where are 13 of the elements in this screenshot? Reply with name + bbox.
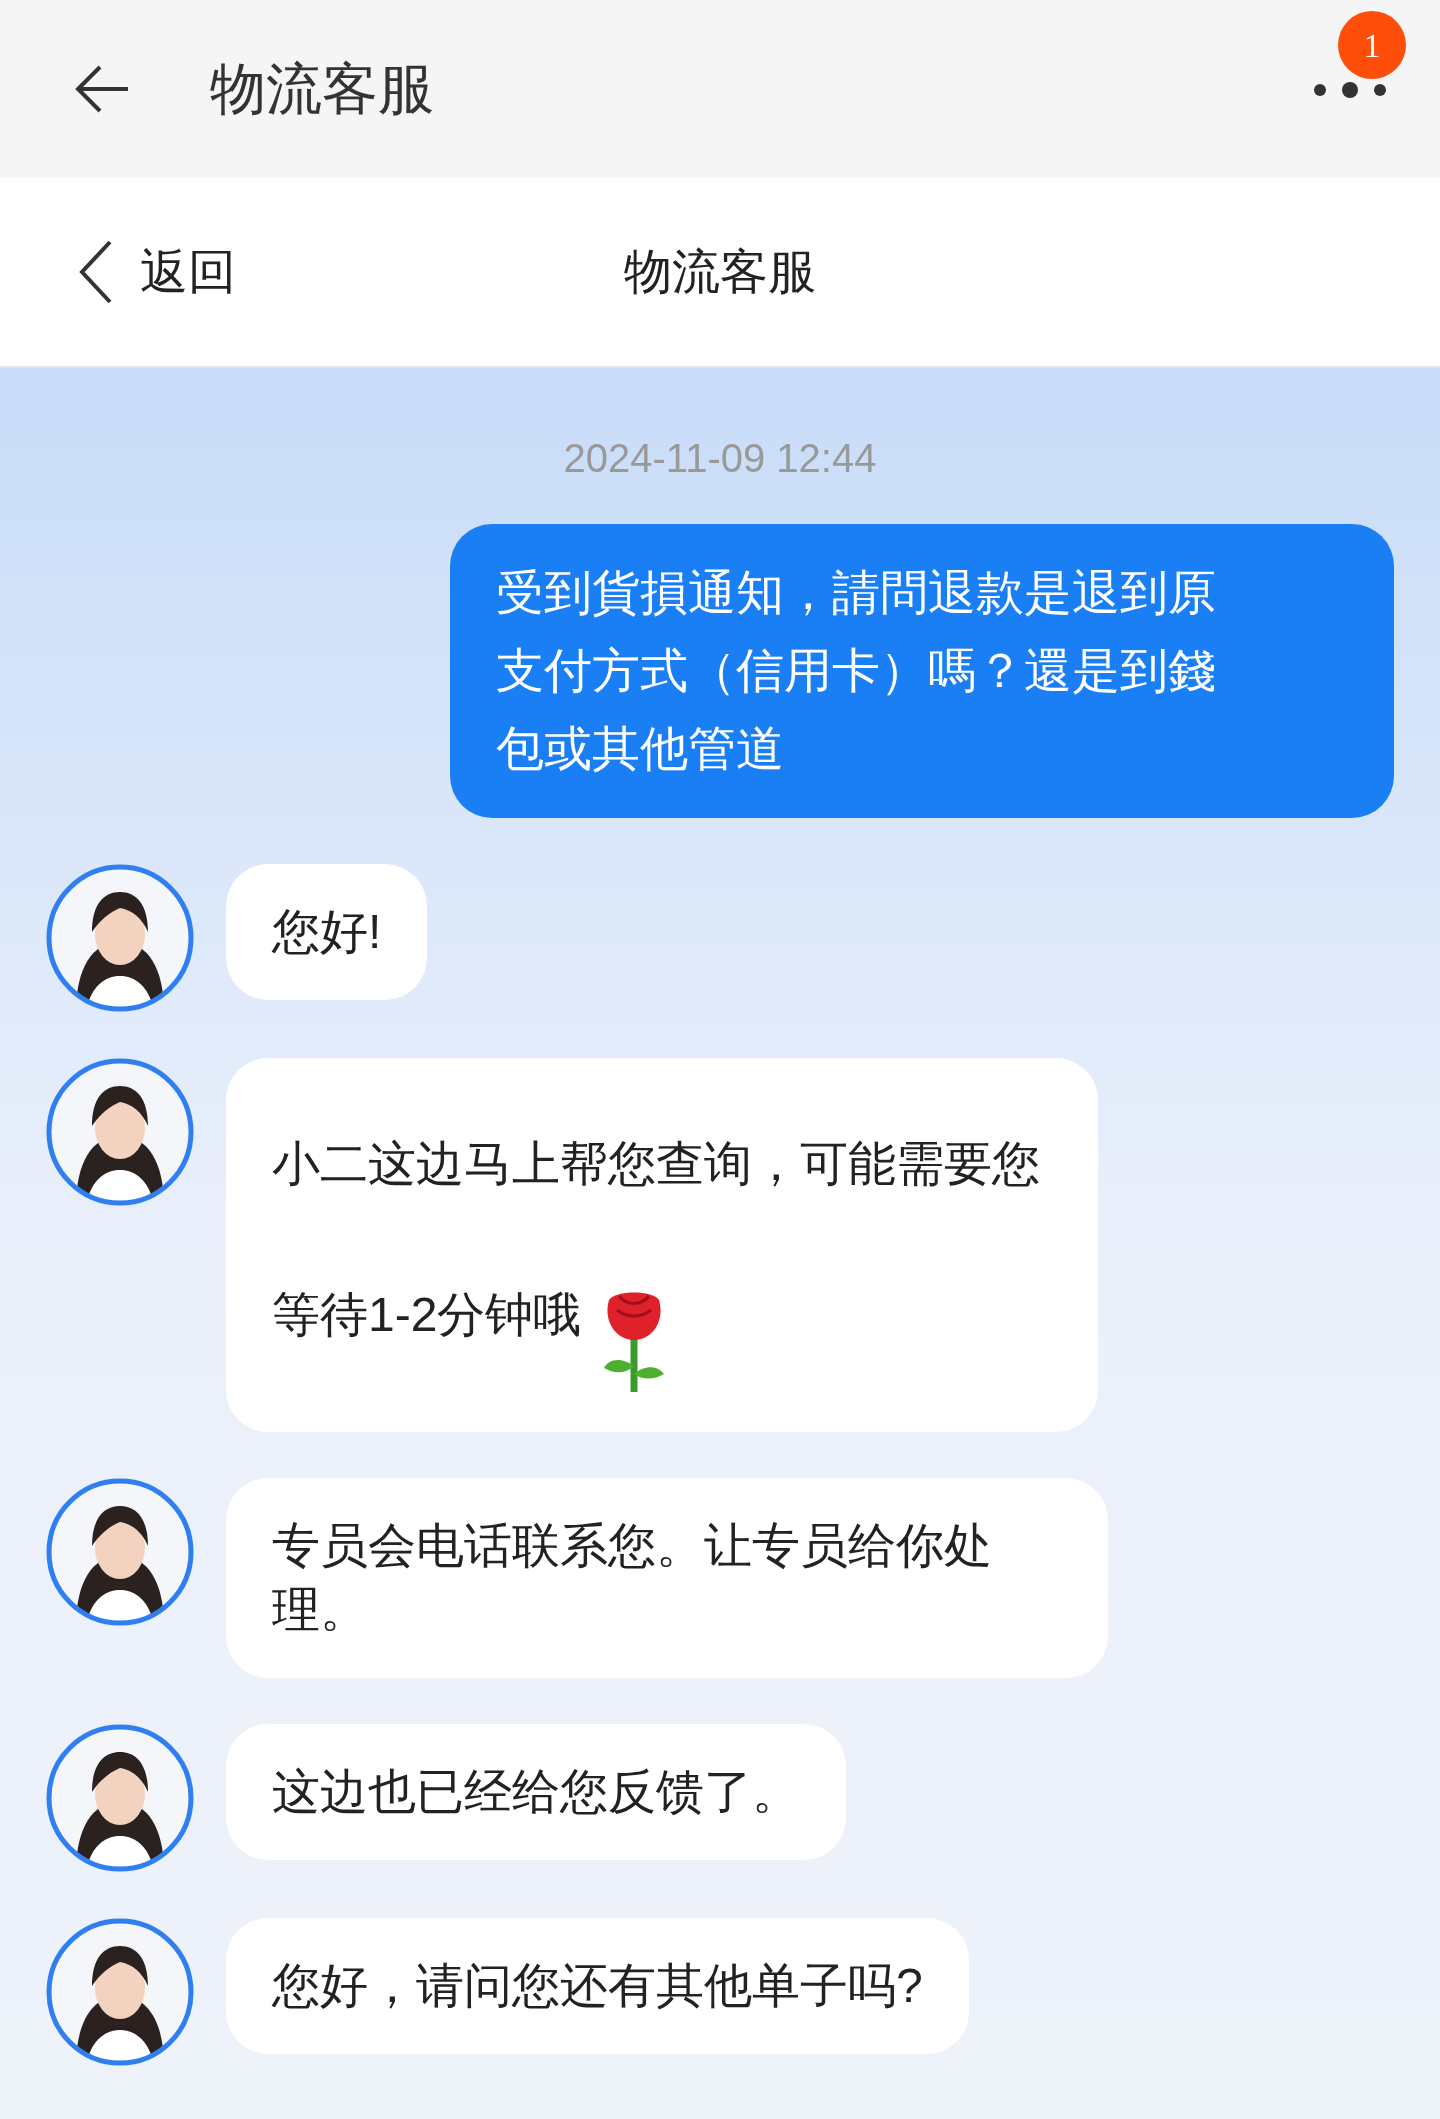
- sent-message: 受到貨損通知，請問退款是退到原支付方式（信用卡）嗎？還是到錢包或其他管道: [450, 524, 1394, 818]
- timestamp: 2024-11-09 12:44: [563, 435, 877, 482]
- more-icon[interactable]: [1312, 80, 1388, 100]
- received-message: 专员会电话联系您。让专员给你处理。: [272, 1518, 993, 1638]
- chat-title: 物流客服: [624, 244, 816, 300]
- received-message: 这边也已经给您反馈了。: [272, 1764, 800, 1820]
- received-message: 小二这边马上帮您查询，可能需要您等待1-2分钟哦: [272, 1137, 1040, 1341]
- received-message: 您好，请问您还有其他单子吗?: [272, 1958, 923, 2014]
- notification-badge: 1: [1338, 11, 1406, 79]
- app-title: 物流客服: [210, 55, 434, 123]
- chevron-left-icon: [78, 240, 114, 304]
- received-message: 您好!: [272, 904, 382, 960]
- back-button[interactable]: 返回: [78, 236, 236, 308]
